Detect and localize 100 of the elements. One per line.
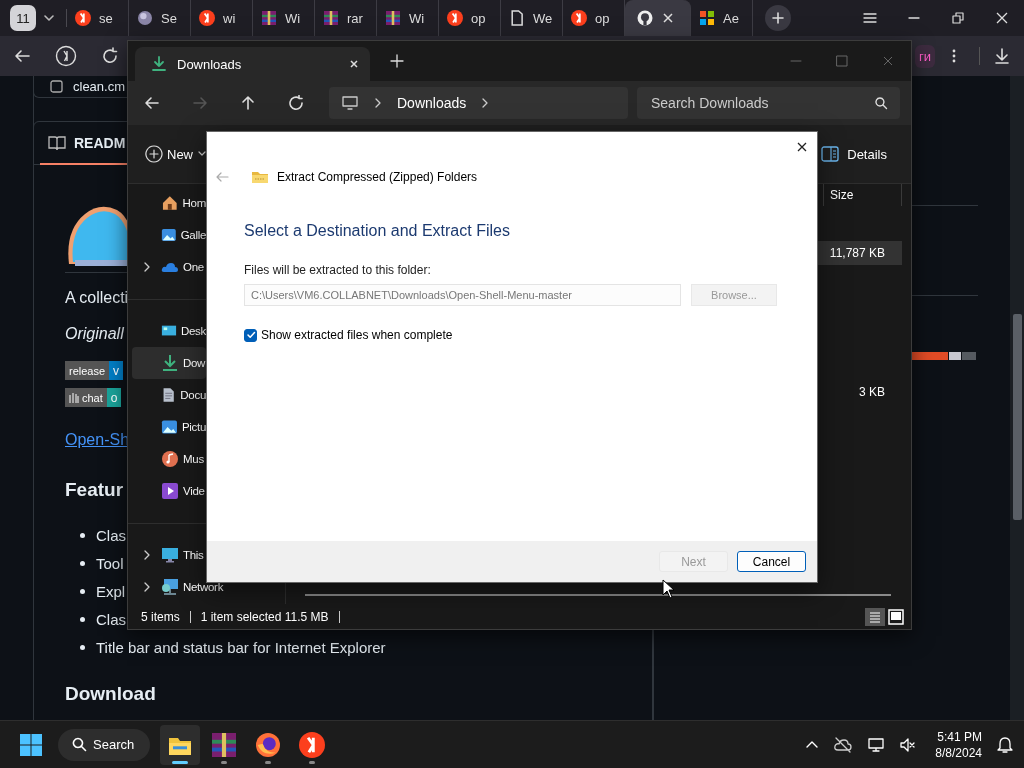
search-icon: [874, 96, 888, 110]
sidebar-item[interactable]: Galle: [132, 219, 206, 251]
checkbox[interactable]: [244, 328, 257, 342]
checkbox-icon[interactable]: [50, 80, 63, 93]
readme-tab[interactable]: READM: [74, 135, 126, 151]
feature-item: Expl: [96, 582, 126, 600]
chevron-right-icon[interactable]: [142, 262, 152, 272]
browser-logo-icon: [299, 731, 325, 758]
close-icon[interactable]: [795, 140, 809, 154]
chevron-right-icon[interactable]: [142, 582, 152, 592]
file-size-cell-text: 3 KB: [858, 384, 886, 401]
sidebar-item[interactable]: This: [132, 539, 206, 571]
item-count: 5 items: [141, 609, 180, 624]
preview-view-icon[interactable]: [887, 607, 905, 626]
books-icon: [211, 731, 237, 758]
plus-icon[interactable]: [390, 54, 404, 68]
browser-logo-icon: [75, 10, 91, 26]
section-heading: Featur: [65, 479, 124, 501]
orb-icon: [137, 10, 153, 26]
credit-text: Originall: [65, 325, 124, 343]
close-icon[interactable]: [348, 58, 360, 70]
sidebar-item[interactable]: Docu: [132, 379, 206, 411]
sidebar-item[interactable]: Desk: [132, 315, 206, 347]
address-bar[interactable]: Downloads: [329, 87, 628, 119]
extension-label[interactable]: ги: [915, 44, 935, 68]
bullet-icon: [80, 616, 85, 622]
document-icon: [509, 10, 525, 26]
monitor-icon[interactable]: [867, 735, 886, 754]
browser-tab[interactable]: [625, 0, 691, 36]
house-icon: [161, 194, 179, 212]
dialog-button[interactable]: Cancel: [737, 551, 806, 572]
sidebar-item[interactable]: Mus: [132, 443, 206, 475]
search-field[interactable]: Search Downloads: [637, 87, 900, 119]
back-icon[interactable]: [13, 47, 31, 65]
music-icon: [161, 450, 179, 468]
restore-icon[interactable]: [950, 10, 966, 26]
new-tab-button[interactable]: [765, 5, 791, 31]
repository-link[interactable]: Open-Sh: [65, 431, 130, 449]
download-icon[interactable]: [993, 47, 1011, 65]
column-header[interactable]: Size: [823, 184, 902, 206]
section-heading: Download: [65, 683, 156, 705]
feature-item: Clas: [96, 526, 126, 544]
books-icon: [385, 10, 401, 26]
taskbar-app[interactable]: [160, 724, 200, 765]
description-text: A collecti: [65, 289, 129, 307]
sidebar-item[interactable]: Hom: [132, 187, 206, 219]
destination-field[interactable]: C:\Users\VM6.COLLABNET\Downloads\Open-Shell-Menu-master: [244, 284, 681, 306]
new-button[interactable]: New: [145, 145, 207, 163]
list-view-icon[interactable]: [865, 607, 885, 626]
language-bar-drawing: [912, 352, 978, 360]
reload-icon[interactable]: [101, 47, 119, 65]
feature-item: Tool: [96, 554, 124, 572]
dialog-title: Extract Compressed (Zipped) Folders: [277, 170, 478, 184]
chevron-right-icon[interactable]: [142, 550, 152, 560]
chat-bars-icon: [69, 391, 79, 404]
clock[interactable]: 5:41 PM 8/8/2024: [935, 728, 982, 761]
taskbar-search[interactable]: Search: [58, 728, 150, 761]
details-button[interactable]: Details: [821, 146, 887, 162]
sidebar-item[interactable]: Dow: [132, 347, 206, 379]
browser-logo-icon: [199, 10, 215, 26]
network-icon: [161, 578, 179, 596]
browser-logo-icon: [447, 10, 463, 26]
search-icon: [72, 737, 87, 752]
sidebar-item[interactable]: Pictu: [132, 411, 206, 443]
picture-icon: [161, 226, 177, 244]
fox-globe-icon: [255, 731, 281, 758]
chevron-right-icon: [373, 98, 383, 108]
sidebar-item[interactable]: One: [132, 251, 206, 283]
close-icon[interactable]: [661, 11, 675, 25]
checkmark-icon: [245, 330, 256, 340]
book-icon: [48, 135, 66, 151]
bullet-icon: [80, 644, 85, 650]
checkbox-label: Show extracted files when complete: [261, 328, 453, 342]
menu-icon[interactable]: [862, 10, 878, 26]
books-icon: [323, 10, 339, 26]
windows-logo-icon: [699, 10, 715, 26]
windows-start-icon[interactable]: [20, 733, 42, 756]
back-icon[interactable]: [144, 95, 160, 111]
tab-count-button[interactable]: 11: [10, 5, 36, 31]
up-icon[interactable]: [240, 95, 256, 111]
monitor-icon: [161, 546, 179, 564]
plus-icon: [771, 11, 785, 25]
bullet-icon: [80, 532, 85, 538]
dialog-heading: Select a Destination and Extract Files: [244, 222, 511, 240]
sidebar-item[interactable]: Vide: [132, 475, 206, 507]
feature-item: Clas: [96, 610, 126, 628]
refresh-icon[interactable]: [288, 95, 304, 111]
maximize-icon[interactable]: [835, 54, 849, 68]
bell-icon[interactable]: [996, 735, 1014, 754]
details-pane-icon: [821, 146, 840, 162]
download-icon: [161, 354, 179, 372]
explorer-tab[interactable]: Downloads: [135, 47, 370, 81]
browser-logo-icon: [571, 10, 587, 26]
feature-item: Title bar and status bar for Internet Explorer: [96, 638, 386, 656]
file-name: clean.cm: [73, 79, 126, 94]
close-icon[interactable]: [994, 10, 1010, 26]
bullet-icon: [80, 588, 85, 594]
books-icon: [261, 10, 277, 26]
field-label: Files will be extracted to this folder:: [244, 263, 432, 277]
picture-icon: [161, 418, 178, 436]
